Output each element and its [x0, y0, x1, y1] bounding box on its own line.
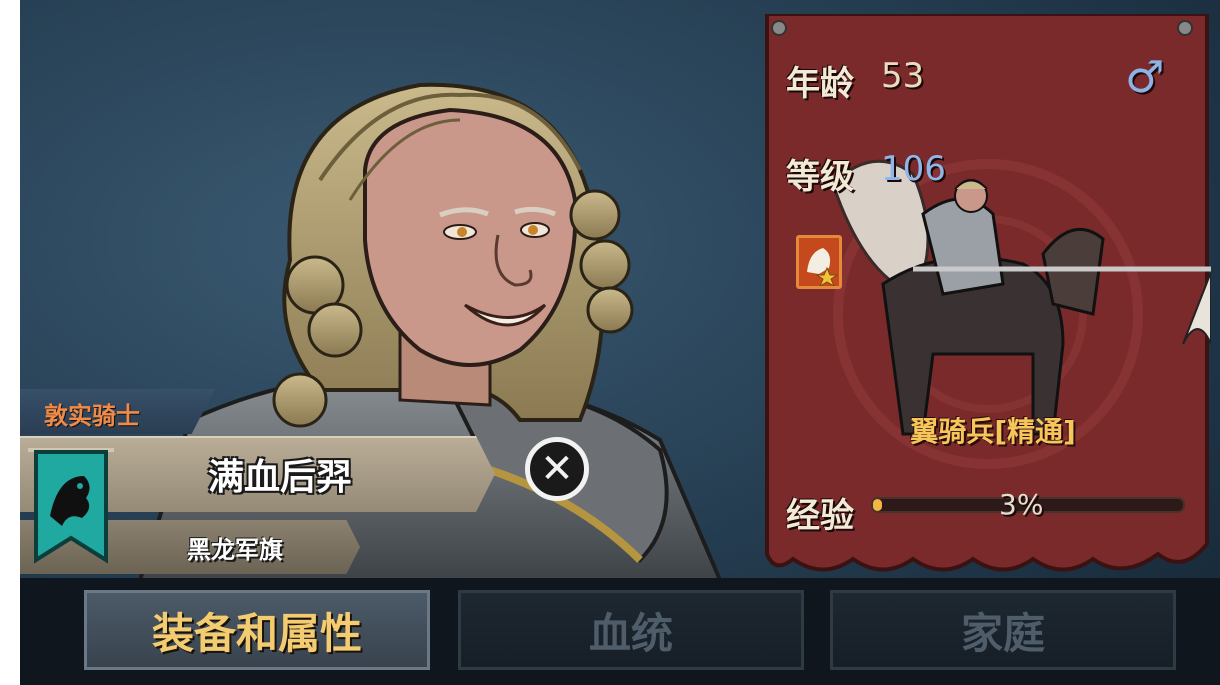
tab-equipment-attributes[interactable]: 装备和属性 [84, 590, 430, 670]
unit-class-badge-icon[interactable] [796, 235, 842, 289]
stats-banner: 年龄 53 ♂ 等级 106 翼骑兵[精通] 经验 3% [763, 14, 1211, 580]
hero-name[interactable]: 满血后羿 [120, 448, 440, 500]
age-label: 年龄 [786, 64, 854, 104]
close-icon: ✕ [540, 446, 574, 492]
level-value: 106 [881, 149, 946, 189]
black-dragon-standard-icon[interactable] [28, 446, 114, 564]
age-value: 53 [881, 56, 925, 96]
tab-family[interactable]: 家庭 [830, 590, 1176, 670]
exp-value: 3% [999, 488, 1044, 521]
tab-bloodline[interactable]: 血统 [458, 590, 804, 670]
trait-label: 敦实骑士 [44, 402, 140, 430]
exp-progress-fill [873, 499, 883, 511]
unit-name: 翼骑兵[精通] [910, 415, 1076, 448]
banner-name: 黑龙军旗 [187, 536, 283, 564]
close-button[interactable]: ✕ [525, 437, 589, 501]
level-label: 等级 [786, 157, 854, 197]
left-margin [0, 0, 20, 685]
male-gender-icon: ♂ [1125, 52, 1165, 103]
tab-bar: 装备和属性 血统 家庭 [20, 578, 1220, 685]
exp-label: 经验 [786, 496, 854, 536]
